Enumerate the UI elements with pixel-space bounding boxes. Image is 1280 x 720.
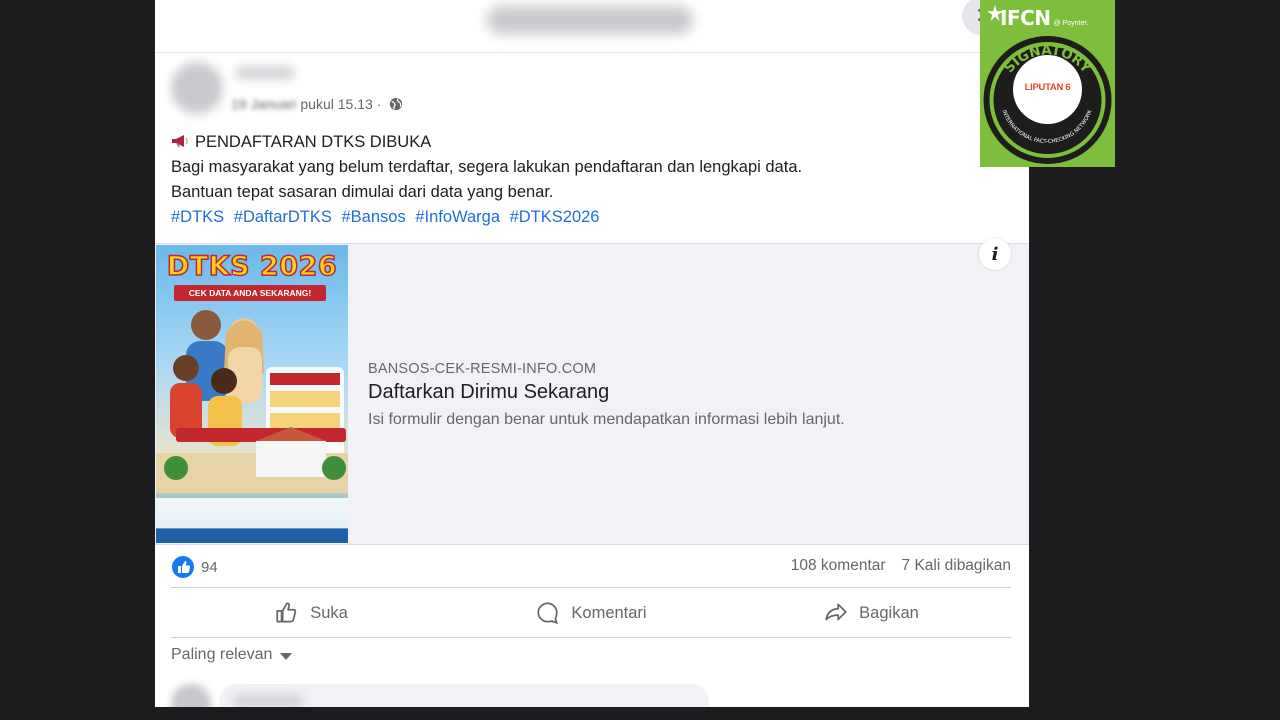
- like-button[interactable]: Suka: [171, 590, 451, 636]
- hashtag-link[interactable]: #DaftarDTKS: [234, 208, 332, 226]
- reaction-count: 94: [201, 558, 218, 576]
- link-preview-card[interactable]: DTKS 2026 CEK DATA ANDA SEKARANG! i BANS…: [155, 238, 1029, 545]
- author-avatar[interactable]: [171, 62, 223, 114]
- post-meta: 19 Januari pukul 15.13 ·: [231, 96, 403, 112]
- share-arrow-icon: [825, 603, 847, 621]
- post-title-line: PENDAFTARAN DTKS DIBUKA: [195, 133, 432, 151]
- share-label: Bagikan: [859, 603, 919, 622]
- comment-count[interactable]: 108 komentar: [791, 557, 886, 575]
- logo-text: LIPUTAN 6: [1024, 82, 1071, 93]
- divider: [171, 587, 1011, 588]
- hashtag-link[interactable]: #DTKS: [171, 208, 224, 226]
- poynter-label: @ Poynter.: [1053, 20, 1089, 27]
- comment-preview: [171, 684, 711, 707]
- post-body-line: Bantuan tepat sasaran dimulai dari data …: [171, 183, 554, 201]
- comment-sort-label: Paling relevan: [171, 646, 273, 663]
- ad-image-title: DTKS 2026: [166, 250, 338, 283]
- post-body-line: Bagi masyarakat yang belum terdaftar, se…: [171, 158, 803, 176]
- post-body: PENDAFTARAN DTKS DIBUKA Bagi masyarakat …: [171, 130, 1011, 230]
- commenter-avatar[interactable]: [171, 684, 211, 707]
- divider: [171, 637, 1011, 638]
- ifcn-signatory-badge: IFCN @ Poynter. SIGNATORY INTERNATIONAL …: [980, 0, 1115, 167]
- share-button[interactable]: Bagikan: [731, 590, 1011, 636]
- ad-image[interactable]: DTKS 2026 CEK DATA ANDA SEKARANG!: [156, 245, 348, 543]
- action-bar: Suka Komentari Bagikan: [171, 590, 1011, 636]
- comment-sort-dropdown[interactable]: Paling relevan: [171, 646, 293, 664]
- author-name-blurred[interactable]: [235, 66, 295, 80]
- reaction-summary[interactable]: 94: [171, 555, 218, 579]
- comment-label: Komentari: [571, 603, 647, 622]
- blurred-dialog-title: [487, 6, 693, 34]
- hashtag-link[interactable]: #DTKS2026: [510, 208, 600, 226]
- link-domain: BANSOS-CEK-RESMI-INFO.COM: [368, 361, 597, 377]
- hashtag-list: #DTKS #DaftarDTKS #Bansos #InfoWarga #DT…: [171, 205, 1011, 230]
- like-reaction-icon: [172, 556, 194, 578]
- ifcn-header: IFCN @ Poynter.: [980, 0, 1115, 38]
- family-illustration: [156, 310, 348, 543]
- ifcn-label: IFCN: [1000, 6, 1051, 30]
- dialog-header: [155, 0, 1029, 53]
- hashtag-link[interactable]: #InfoWarga: [415, 208, 500, 226]
- ad-image-ribbon: CEK DATA ANDA SEKARANG!: [174, 285, 326, 301]
- comment-button[interactable]: Komentari: [451, 590, 731, 636]
- globe-icon: [390, 97, 403, 111]
- post-card: 19 Januari pukul 15.13 · PENDAFTARAN DTK…: [155, 0, 1029, 707]
- link-description: Isi formulir dengan benar untuk mendapat…: [368, 411, 845, 428]
- caret-down-icon: [280, 653, 293, 660]
- post-date[interactable]: 19 Januari: [231, 96, 296, 112]
- comment-bubble-icon: [537, 602, 559, 625]
- hashtag-link[interactable]: #Bansos: [342, 208, 406, 226]
- share-count[interactable]: 7 Kali dibagikan: [902, 557, 1011, 575]
- link-headline[interactable]: Daftarkan Dirimu Sekarang: [368, 381, 609, 404]
- thumbs-up-icon: [276, 602, 297, 623]
- liputan6-logo: LIPUTAN 6: [1013, 55, 1082, 124]
- like-label: Suka: [310, 603, 348, 622]
- commenter-name-blurred[interactable]: [233, 694, 303, 707]
- post-time: pukul 15.13 ·: [300, 96, 382, 112]
- megaphone-icon: [172, 135, 188, 147]
- engagement-counts: 108 komentar 7 Kali dibagikan: [791, 557, 1011, 575]
- info-icon[interactable]: i: [979, 238, 1011, 270]
